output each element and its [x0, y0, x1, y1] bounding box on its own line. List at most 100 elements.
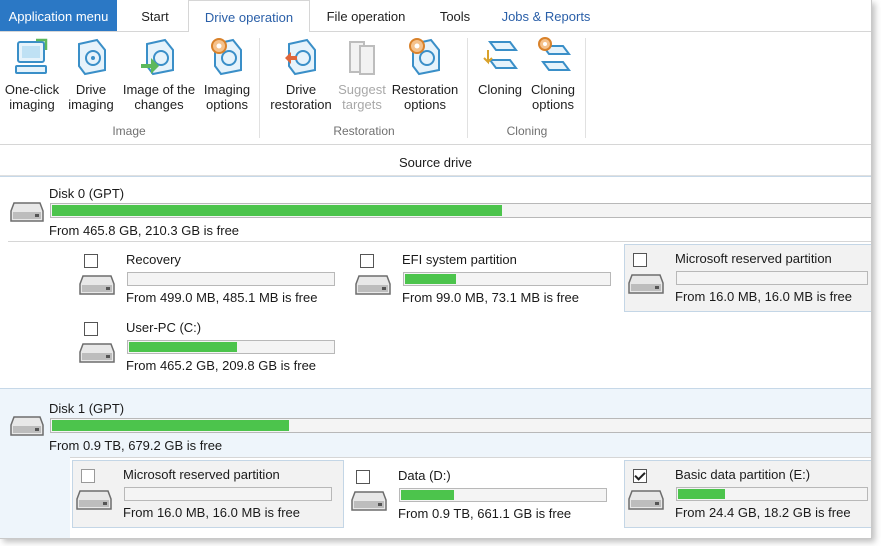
source-drive-header: Source drive: [0, 150, 871, 176]
partition-name: Microsoft reserved partition: [123, 467, 280, 482]
restoration-group-label: Restoration: [333, 124, 395, 138]
partition-name: Microsoft reserved partition: [675, 251, 832, 266]
partition-usage-fill: [678, 489, 725, 499]
disk-title: Disk 1 (GPT): [49, 401, 125, 416]
imaging-options-label-2: options: [206, 97, 248, 112]
partition-usage-fill: [129, 342, 237, 352]
ribbon-separator: [259, 38, 260, 138]
one-click-imaging-label-2: imaging: [9, 97, 55, 112]
disk-panel[interactable]: Disk 1 (GPT) From 0.9 TB, 679.2 GB is fr…: [0, 388, 871, 538]
partition-drive-icon: [628, 274, 664, 294]
partition-name: Recovery: [126, 252, 181, 267]
restoration-options-button[interactable]: Restoration options: [388, 36, 462, 112]
partition-checkbox[interactable]: [84, 322, 98, 336]
imaging-options-button[interactable]: Imaging options: [200, 36, 254, 112]
drive-restoration-label-2: restoration: [270, 97, 332, 112]
cloning-options-button[interactable]: Cloning options: [526, 36, 580, 112]
drive-imaging-button[interactable]: Drive imaging: [66, 36, 116, 112]
partition-usage-fill: [401, 490, 454, 500]
partition-tile[interactable]: Microsoft reserved partition From 16.0 M…: [624, 244, 871, 312]
partition-size-info: From 0.9 TB, 661.1 GB is free: [398, 506, 572, 521]
drive-restoration-button[interactable]: Drive restoration: [266, 36, 336, 112]
disk-title: Disk 0 (GPT): [49, 186, 125, 201]
partition-size-info: From 16.0 MB, 16.0 MB is free: [123, 505, 301, 520]
drive-restoration-label-1: Drive: [285, 82, 317, 97]
partition-drive-icon: [76, 490, 112, 510]
partition-usage-fill: [405, 274, 456, 284]
partition-checkbox[interactable]: [81, 469, 95, 483]
partition-drive-icon: [79, 275, 115, 295]
drive-imaging-icon: [78, 38, 106, 76]
app-window: Application menu Start Drive operation F…: [0, 0, 872, 539]
disk-usage-fill: [52, 420, 289, 431]
partition-size-info: From 99.0 MB, 73.1 MB is free: [402, 290, 580, 305]
one-click-imaging-label-1: One-click: [4, 82, 60, 97]
suggest-targets-label-1: Suggest: [338, 82, 386, 97]
partition-size-info: From 499.0 MB, 485.1 MB is free: [126, 290, 318, 305]
partition-checkbox[interactable]: [633, 469, 647, 483]
image-changes-icon: [141, 38, 174, 76]
partition-usage-bar: [127, 340, 335, 354]
image-changes-label-1: Image of the: [122, 82, 196, 97]
restoration-options-label-1: Restoration: [391, 82, 459, 97]
partition-usage-bar: [124, 487, 332, 501]
partition-usage-bar: [127, 272, 335, 286]
imaging-options-icon: [211, 38, 242, 76]
partition-tile[interactable]: Recovery From 499.0 MB, 485.1 MB is free: [76, 246, 346, 312]
tab-drive-operation[interactable]: Drive operation: [188, 0, 310, 33]
tab-tools[interactable]: Tools: [426, 0, 484, 31]
cloning-options-icon: [538, 37, 571, 71]
one-click-imaging-button[interactable]: One-click imaging: [2, 36, 62, 112]
cloning-button[interactable]: Cloning: [474, 36, 526, 97]
partition-usage-bar: [399, 488, 607, 502]
partition-checkbox[interactable]: [356, 470, 370, 484]
disk-usage-bar: [50, 418, 871, 433]
suggest-targets-icon: [349, 41, 375, 75]
partition-checkbox[interactable]: [633, 253, 647, 267]
partition-checkbox[interactable]: [360, 254, 374, 268]
ribbon: One-click imaging Drive imaging Image of…: [0, 32, 871, 145]
partition-drive-icon: [628, 490, 664, 510]
disk-size-info: From 0.9 TB, 679.2 GB is free: [49, 438, 223, 453]
hard-drive-icon: [10, 202, 44, 222]
partition-name: EFI system partition: [402, 252, 517, 267]
tab-file-operation[interactable]: File operation: [312, 0, 420, 31]
tab-jobs-reports[interactable]: Jobs & Reports: [490, 0, 602, 31]
partition-usage-bar: [403, 272, 611, 286]
image-changes-label-2: changes: [134, 97, 184, 112]
partition-name: Basic data partition (E:): [675, 467, 811, 482]
cloning-options-label-1: Cloning: [530, 82, 576, 97]
disk-usage-fill: [52, 205, 502, 216]
partition-tile[interactable]: User-PC (C:) From 465.2 GB, 209.8 GB is …: [76, 314, 346, 380]
drive-imaging-label-1: Drive: [75, 82, 107, 97]
restoration-options-icon: [409, 38, 440, 76]
partition-drive-icon: [351, 491, 387, 511]
partition-tile[interactable]: Microsoft reserved partition From 16.0 M…: [72, 460, 344, 528]
cloning-icon: [483, 41, 518, 69]
cloning-options-label-2: options: [532, 97, 574, 112]
tab-start[interactable]: Start: [125, 0, 185, 31]
ribbon-separator: [585, 38, 586, 138]
partition-tile[interactable]: EFI system partition From 99.0 MB, 73.1 …: [352, 246, 622, 312]
partition-checkbox[interactable]: [84, 254, 98, 268]
partition-size-info: From 24.4 GB, 18.2 GB is free: [675, 505, 851, 520]
cloning-group-label: Cloning: [506, 124, 548, 138]
partition-drive-icon: [79, 343, 115, 363]
partition-drive-icon: [355, 275, 391, 295]
partition-size-info: From 16.0 MB, 16.0 MB is free: [675, 289, 853, 304]
partition-tile[interactable]: Basic data partition (E:) From 24.4 GB, …: [624, 460, 871, 528]
partition-tile[interactable]: Data (D:) From 0.9 TB, 661.1 GB is free: [348, 462, 618, 528]
cloning-label-1: Cloning: [477, 82, 523, 97]
ribbon-tab-bar: Application menu Start Drive operation F…: [0, 0, 871, 33]
disk-panel[interactable]: Disk 0 (GPT) From 465.8 GB, 210.3 GB is …: [0, 176, 871, 387]
drive-imaging-label-2: imaging: [68, 97, 114, 112]
partition-area: Recovery From 499.0 MB, 485.1 MB is free…: [8, 241, 871, 384]
restoration-options-label-2: options: [404, 97, 446, 112]
suggest-targets-button[interactable]: Suggest targets: [336, 36, 388, 112]
partition-name: Data (D:): [398, 468, 451, 483]
partition-size-info: From 465.2 GB, 209.8 GB is free: [126, 358, 317, 373]
image-of-the-changes-button[interactable]: Image of the changes: [118, 36, 200, 112]
drive-restoration-icon: [285, 38, 316, 76]
disk-size-info: From 465.8 GB, 210.3 GB is free: [49, 223, 240, 238]
application-menu-tab[interactable]: Application menu: [0, 0, 117, 31]
